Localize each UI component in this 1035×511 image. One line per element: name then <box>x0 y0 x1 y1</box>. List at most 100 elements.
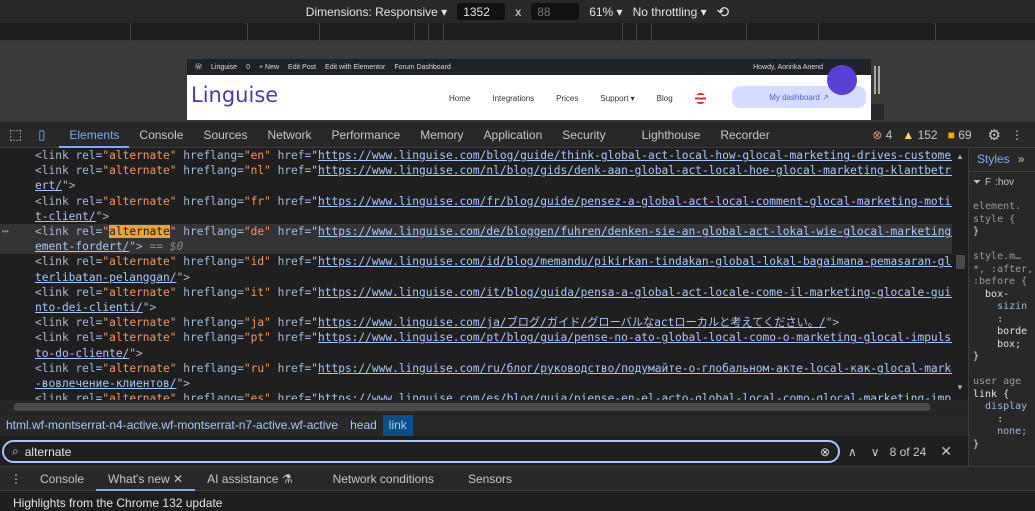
hov-toggle[interactable]: :hov <box>995 177 1014 188</box>
node-actions-icon[interactable]: ⋯ <box>2 224 9 239</box>
wp-edit-post[interactable]: Edit Post <box>288 64 316 71</box>
wp-howdy[interactable]: Howdy, Aorinka Anend <box>753 64 823 71</box>
nav-blog[interactable]: Blog <box>657 94 673 103</box>
tag-close: "> <box>176 270 190 284</box>
dom-node-link[interactable]: <link rel="alternate" hreflang="ru" href… <box>0 361 952 391</box>
tab-application[interactable]: Application <box>474 122 553 148</box>
dom-node-link[interactable]: <link rel="alternate" hreflang="ja" href… <box>0 315 952 330</box>
drawer-tab-sensors[interactable]: Sensors <box>456 467 524 491</box>
href-link-cont[interactable]: ement-fordert/ <box>35 240 129 253</box>
drawer-menu-icon[interactable]: ⋮ <box>0 472 28 486</box>
tab-memory[interactable]: Memory <box>410 122 473 148</box>
vertical-scrollbar[interactable]: ▲ ▼ <box>952 148 968 400</box>
wp-forum-dashboard[interactable]: Forum Dashboard <box>394 64 450 71</box>
throttling-dropdown[interactable]: No throttling ▾ <box>633 5 707 19</box>
wp-site-link[interactable]: Linguise <box>211 64 237 71</box>
nav-integrations[interactable]: Integrations <box>492 94 534 103</box>
href-link[interactable]: https://www.linguise.com/it/blog/guida/p… <box>318 286 952 299</box>
href-link[interactable]: https://www.linguise.com/es/blog/guia/pi… <box>318 392 952 400</box>
height-input[interactable]: 88 <box>531 3 580 20</box>
elements-dom-tree[interactable]: <link rel="alternate" hreflang="en" href… <box>0 148 952 400</box>
tab-performance[interactable]: Performance <box>322 122 411 148</box>
href-link[interactable]: https://www.linguise.com/ru/блог/руковод… <box>318 362 952 375</box>
gear-icon[interactable]: ⚙ <box>988 126 1001 144</box>
drawer-tab-network-conditions[interactable]: Network conditions <box>321 467 446 491</box>
nav-prices[interactable]: Prices <box>556 94 578 103</box>
dom-node-link[interactable]: <link rel="alternate" hreflang="es" href… <box>0 391 952 400</box>
wp-new[interactable]: + New <box>259 64 279 71</box>
close-icon[interactable]: ✕ <box>173 472 183 486</box>
nav-home[interactable]: Home <box>449 94 470 103</box>
tab-console[interactable]: Console <box>129 122 193 148</box>
dom-node-link[interactable]: <link rel="alternate" hreflang="pt" href… <box>0 330 952 360</box>
chat-bubble-icon[interactable] <box>827 65 857 95</box>
dom-node-link[interactable]: <link rel="alternate" hreflang="nl" href… <box>0 163 952 193</box>
device-toggle-icon[interactable]: ▯ <box>30 127 53 143</box>
width-input[interactable]: 1352 <box>457 3 506 20</box>
us-flag-icon[interactable] <box>694 93 706 104</box>
breadcrumb-head[interactable]: head <box>344 415 383 436</box>
breadcrumb-link[interactable]: link <box>382 415 413 436</box>
href-link[interactable]: https://www.linguise.com/id/blog/memandu… <box>318 255 952 268</box>
style-rule-line: style.m… <box>973 251 1022 262</box>
dimensions-dropdown[interactable]: Dimensions: Responsive ▾ <box>306 5 447 19</box>
dom-node-link[interactable]: <link rel="alternate" hreflang="en" href… <box>0 148 952 163</box>
dom-node-link[interactable]: <link rel="alternate" hreflang="id" href… <box>0 254 952 284</box>
href-link-cont[interactable]: nto-dei-clienti/ <box>35 301 143 314</box>
site-logo[interactable]: Linguise <box>191 83 278 107</box>
dom-node-link[interactable]: <link rel="alternate" hreflang="fr" href… <box>0 194 952 224</box>
tab-lighthouse[interactable]: Lighthouse <box>632 122 711 148</box>
filter-icon[interactable]: ⏷ <box>973 177 981 188</box>
hreflang-value: "id" <box>243 255 271 269</box>
issues-count[interactable]: ■ 69 <box>948 128 972 142</box>
resize-handle-right[interactable] <box>874 66 880 94</box>
nav-support[interactable]: Support ▾ <box>600 94 634 103</box>
drawer-tab-whats-new[interactable]: What's new ✕ <box>96 467 196 491</box>
tab-network[interactable]: Network <box>257 122 321 148</box>
drawer-tab-ai-assistance[interactable]: AI assistance ⚗ <box>195 467 304 491</box>
zoom-dropdown[interactable]: 61% ▾ <box>589 5 622 19</box>
breadcrumb-html[interactable]: html.wf-montserrat-n4-active.wf-montserr… <box>0 415 344 436</box>
filter-input[interactable]: F <box>985 177 991 188</box>
drawer-tab-console[interactable]: Console <box>28 467 96 491</box>
href-link-cont[interactable]: -вовлечение-клиентов/ <box>35 377 176 390</box>
href-link-cont[interactable]: t-client/ <box>35 210 96 223</box>
href-link[interactable]: https://www.linguise.com/de/bloggen/fuhr… <box>318 225 952 238</box>
wp-edit-elementor[interactable]: Edit with Elementor <box>325 64 385 71</box>
vertical-scroll-thumb[interactable] <box>956 255 965 269</box>
tab-sources[interactable]: Sources <box>193 122 257 148</box>
error-icon: ⊗ <box>872 127 883 142</box>
href-link[interactable]: https://www.linguise.com/pt/blog/guia/pe… <box>318 331 952 344</box>
previous-match-icon[interactable]: ∧ <box>848 445 857 459</box>
href-link[interactable]: https://www.linguise.com/fr/blog/guide/p… <box>318 195 952 208</box>
attr-name: rel= <box>75 194 103 208</box>
href-link[interactable]: https://www.linguise.com/blog/guide/thin… <box>318 149 952 162</box>
close-search-icon[interactable]: ✕ <box>940 443 952 460</box>
inspect-element-icon[interactable]: ⬚ <box>0 126 30 143</box>
wp-comments[interactable]: 0 <box>246 64 250 71</box>
warnings-count[interactable]: ▲ 152 <box>902 128 937 142</box>
href-link-cont[interactable]: terlibatan-pelanggan/ <box>35 271 176 284</box>
page-preview[interactable]: Ⓦ Linguise 0 + New Edit Post Edit with E… <box>187 59 871 120</box>
site-nav: Home Integrations Prices Support ▾ Blog <box>449 93 706 104</box>
href-link-cont[interactable]: to-do-cliente/ <box>35 347 129 360</box>
dom-node-link[interactable]: <link rel="alternate" hreflang="it" href… <box>0 285 952 315</box>
styles-tab[interactable]: Styles <box>977 152 1010 167</box>
clear-search-icon[interactable]: ⊗ <box>820 445 830 459</box>
dom-node-link[interactable]: ⋯ <link rel="alternate" hreflang="de" hre… <box>0 224 952 255</box>
tab-security[interactable]: Security <box>552 122 615 148</box>
href-link[interactable]: https://www.linguise.com/ja/ブログ/ガイド/グローバ… <box>318 316 826 329</box>
more-menu-icon[interactable]: ⋮ <box>1011 128 1023 142</box>
tab-recorder[interactable]: Recorder <box>710 122 779 148</box>
tab-elements[interactable]: Elements <box>59 122 130 148</box>
wordpress-icon[interactable]: Ⓦ <box>195 62 202 72</box>
hreflang-value: "de" <box>243 225 271 239</box>
horizontal-scroll-thumb[interactable] <box>14 403 930 411</box>
href-link-cont[interactable]: ert/ <box>35 179 62 192</box>
rotate-icon[interactable]: ⟲ <box>717 3 730 21</box>
next-match-icon[interactable]: ∨ <box>871 445 880 459</box>
search-input[interactable] <box>24 444 814 459</box>
more-tabs-icon[interactable]: » <box>1018 152 1025 167</box>
errors-count[interactable]: ⊗ 4 <box>872 128 892 142</box>
href-link[interactable]: https://www.linguise.com/nl/blog/gids/de… <box>318 164 952 177</box>
